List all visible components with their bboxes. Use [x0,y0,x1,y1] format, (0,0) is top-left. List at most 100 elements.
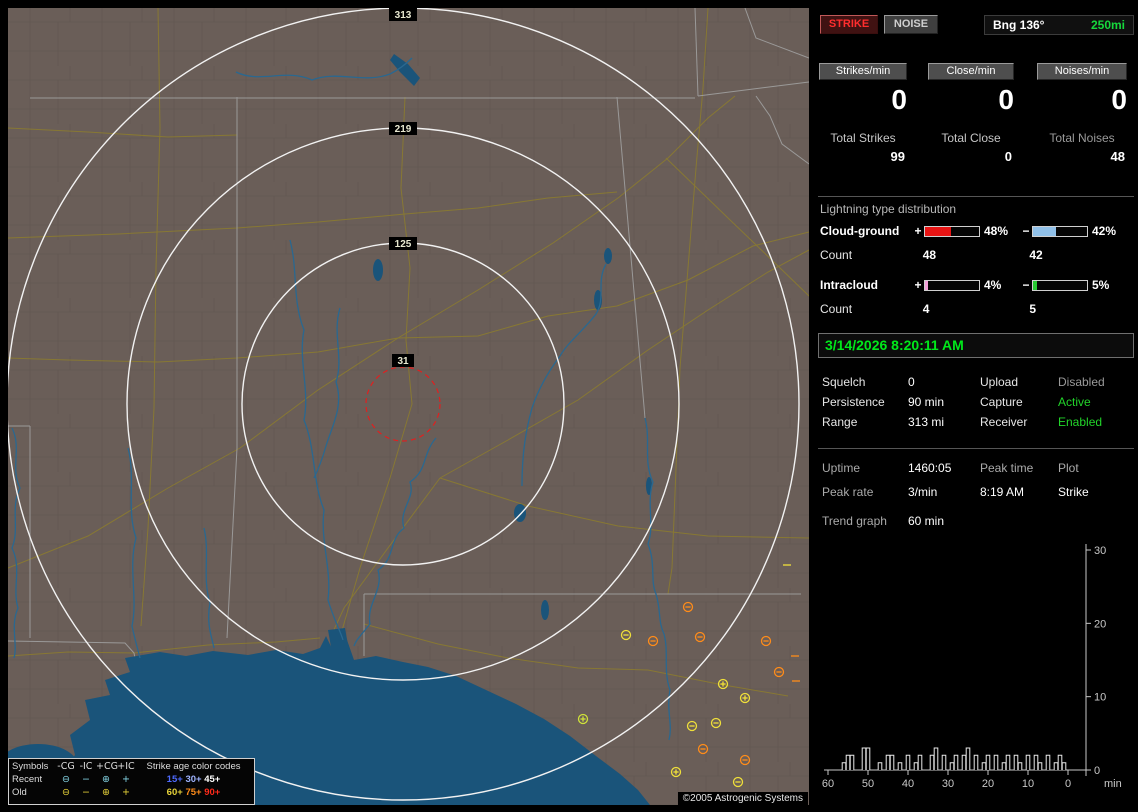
total-close-value: 0 [1004,149,1012,164]
plus-sign: + [914,278,922,292]
ring-label: 125 [395,239,412,250]
ring-label: 219 [395,124,412,135]
legend-col-neg-cg: -CG [57,761,75,773]
trend-graph-row: Trend graph 60 min [822,514,1136,530]
minus-sign: − [1022,224,1030,238]
total-close-label: Total Close [941,131,1001,145]
legend-header-row: Symbols -CG -IC +CG +IC Strike age color… [12,761,251,774]
uptime-value: 1460:05 [908,461,952,475]
upload-label: Upload [980,375,1019,389]
noises-per-min-button[interactable]: Noises/min [1037,63,1127,80]
age-60: 60+ [166,787,183,799]
ic-positive-count: 4 [922,302,930,316]
legend-col-neg-ic: -IC [79,761,93,773]
legend-recent-ages: 15+ 30+ 45+ [136,774,251,787]
ring-label: 313 [395,10,412,21]
y-tick-label: 0 [1094,765,1100,777]
y-tick-label: 20 [1094,618,1106,630]
receiver-status: Enabled [1058,415,1103,429]
x-tick-label: 50 [862,778,874,790]
legend-recent-row: Recent ⊖ − ⊕ + 15+ 30+ 45+ [12,774,251,787]
neg-ic-icon: − [82,774,90,786]
cursor-range-value: 250mi [1090,18,1125,32]
bearing-range-display: Bng 136° 250mi [984,15,1134,35]
age-75: 75+ [185,787,202,799]
y-tick-label: 30 [1094,545,1106,557]
map-legend: Symbols -CG -IC +CG +IC Strike age color… [8,758,255,805]
legend-old-ages: 60+ 75+ 90+ [136,787,251,800]
intracloud-label: Intracloud [820,278,879,292]
plus-sign: + [914,224,922,238]
ic-positive-fill [925,280,929,290]
cg-count-row: Count 48 42 [820,248,1136,262]
close-per-min-value: 0 [998,84,1014,115]
close-per-min-button[interactable]: Close/min [928,63,1014,80]
capture-status: Active [1058,395,1091,409]
pos-ic-old-icon: + [122,787,130,799]
y-tick-label: 10 [1094,692,1106,704]
map-canvas[interactable]: 313 219 125 31 [8,8,809,805]
range-row: Range 313 mi Receiver Enabled [822,415,1136,431]
peak-time-value: 8:19 AM [980,485,1025,499]
strike-mode-button[interactable]: STRIKE [820,15,878,34]
x-tick-label: 20 [982,778,994,790]
copyright-label: ©2005 Astrogenic Systems [677,792,808,805]
capture-label: Capture [980,395,1023,409]
total-strikes-value: 99 [890,149,905,164]
age-90: 90+ [204,787,221,799]
cg-positive-count: 48 [922,248,937,262]
ic-positive-pct: 4% [984,278,1002,292]
alert-ring-label: 31 [397,356,409,367]
cg-negative-bar [1032,225,1088,237]
total-noises-value: 48 [1110,149,1125,164]
x-tick-label: 40 [902,778,914,790]
uptime-row: Uptime 1460:05 Peak time Plot [822,461,1136,477]
control-panel: STRIKE NOISE Bng 136° 250mi Strikes/min … [816,0,1138,812]
minus-sign: − [1022,278,1030,292]
legend-old-row: Old ⊖ − ⊕ + 60+ 75+ 90+ [12,787,251,800]
x-tick-label: 60 [822,778,834,790]
legend-symbols-title: Symbols [12,761,49,773]
legend-col-pos-ic: +IC [117,761,135,773]
cg-positive-fill [925,226,951,236]
cg-negative-pct: 42% [1092,224,1117,238]
cg-negative-count: 42 [1029,248,1043,262]
cg-count-label: Count [820,248,853,262]
legend-col-pos-cg: +CG [96,761,118,773]
bearing-value: Bng 136° [993,18,1045,32]
upload-status: Disabled [1058,375,1105,389]
lightning-map[interactable]: 313 219 125 31 Symbols -CG -IC +CG +IC Stri… [8,8,809,805]
pos-ic-icon: + [122,774,130,786]
strikes-per-min-button[interactable]: Strikes/min [819,63,907,80]
neg-ic-old-icon: − [82,787,90,799]
peak-rate-value: 3/min [908,485,938,499]
range-value: 313 mi [908,415,945,429]
persistence-row: Persistence 90 min Capture Active [822,395,1136,411]
neg-cg-icon: ⊖ [62,774,70,786]
cloud-ground-label: Cloud-ground [820,224,900,238]
squelch-label: Squelch [822,375,866,389]
squelch-row: Squelch 0 Upload Disabled [822,375,1136,391]
x-tick-label: 30 [942,778,954,790]
ic-negative-count: 5 [1029,302,1037,316]
cloud-ground-row: Cloud-ground + 48% − 42% [820,224,1136,238]
ic-negative-bar [1032,279,1088,291]
legend-recent-label: Recent [12,774,43,786]
age-15: 15+ [166,774,183,786]
distribution-title: Lightning type distribution [820,202,957,216]
noise-mode-button[interactable]: NOISE [884,15,938,34]
total-noises-label: Total Noises [1049,131,1115,145]
x-tick-label: 10 [1022,778,1034,790]
trend-graph: 0 10 20 30 60 50 40 30 20 10 0 min [822,544,1122,790]
x-axis-unit: min [1104,778,1122,790]
range-label: Range [822,415,858,429]
cg-positive-bar [924,225,980,237]
plot-mode-value: Strike [1058,485,1089,499]
section-divider [818,448,1134,449]
datetime-display: 3/14/2026 8:20:11 AM [818,333,1134,358]
ic-negative-pct: 5% [1092,278,1110,292]
nexstorm-window: { "window": { "copyright": "©2005 Astrog… [0,0,1138,812]
neg-cg-old-icon: ⊖ [62,787,70,799]
persistence-label: Persistence [822,395,885,409]
age-45: 45+ [204,774,221,786]
